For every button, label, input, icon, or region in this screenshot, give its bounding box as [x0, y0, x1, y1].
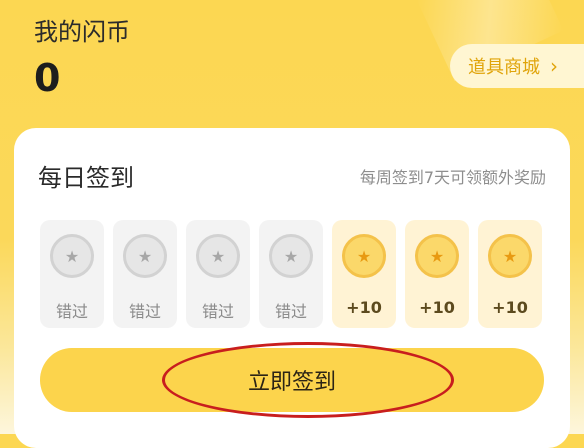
item-shop-label: 道具商城: [468, 57, 540, 78]
day-label: +10: [346, 298, 382, 317]
checkin-day-2: ★ 错过: [113, 220, 177, 328]
star-coin-icon: ★: [415, 234, 459, 278]
coins-value: 0: [34, 56, 61, 100]
day-label: +10: [492, 298, 528, 317]
checkin-hint: 每周签到7天可领额外奖励: [359, 168, 546, 187]
star-coin-icon: ★: [123, 234, 167, 278]
star-coin-icon: ★: [269, 234, 313, 278]
chevron-right-icon: ›: [550, 54, 558, 78]
sign-in-now-button[interactable]: 立即签到: [40, 348, 544, 412]
checkin-day-6: ★ +10: [405, 220, 469, 328]
checkin-days: ★ 错过 ★ 错过 ★ 错过 ★ 错过 ★ +10 ★ +10 ★ +10: [40, 220, 550, 328]
star-coin-icon: ★: [342, 234, 386, 278]
star-coin-icon: ★: [196, 234, 240, 278]
daily-checkin-card: 每日签到 每周签到7天可领额外奖励 ★ 错过 ★ 错过 ★ 错过 ★ 错过 ★ …: [14, 128, 570, 448]
checkin-day-4: ★ 错过: [259, 220, 323, 328]
day-label: +10: [419, 298, 455, 317]
checkin-day-5: ★ +10: [332, 220, 396, 328]
coins-label: 我的闪币: [34, 18, 130, 46]
checkin-day-7: ★ +10: [478, 220, 542, 328]
checkin-title: 每日签到: [38, 164, 134, 192]
star-coin-icon: ★: [488, 234, 532, 278]
item-shop-button[interactable]: 道具商城 ›: [450, 44, 584, 88]
day-label: 错过: [274, 302, 307, 321]
star-coin-icon: ★: [50, 234, 94, 278]
day-label: 错过: [201, 302, 234, 321]
day-label: 错过: [128, 302, 161, 321]
checkin-day-3: ★ 错过: [186, 220, 250, 328]
day-label: 错过: [55, 302, 88, 321]
checkin-day-1: ★ 错过: [40, 220, 104, 328]
